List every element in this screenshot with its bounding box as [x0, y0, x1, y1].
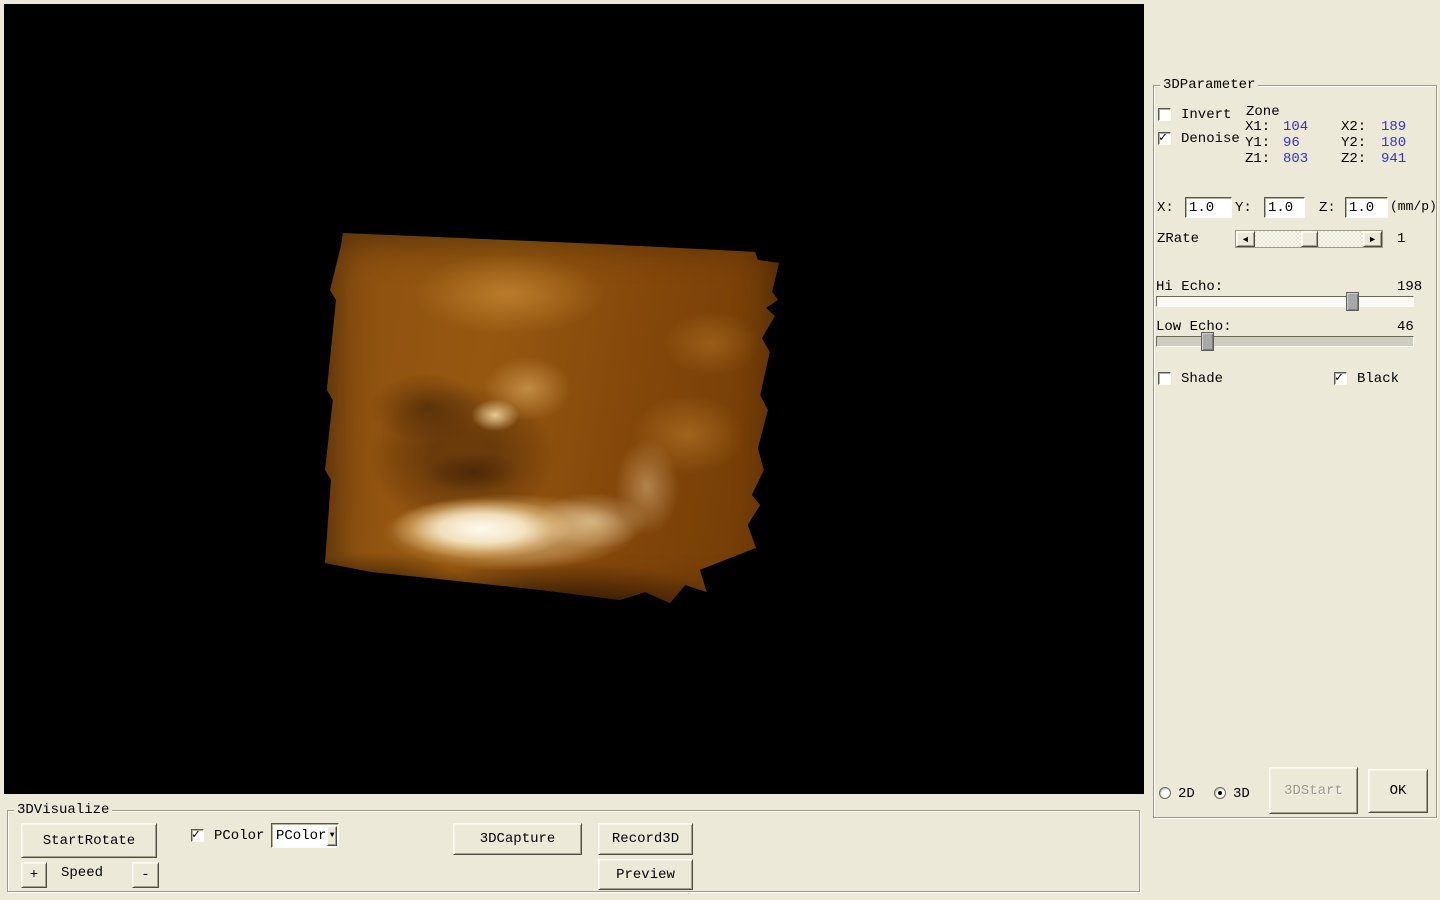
shade-label[interactable]: Shade: [1181, 371, 1223, 387]
low-echo-slider[interactable]: [1156, 332, 1414, 351]
mode-2d-label[interactable]: 2D: [1178, 786, 1195, 802]
check-icon: ✓: [1335, 370, 1343, 385]
scroll-left-arrow-icon[interactable]: ◄: [1236, 231, 1255, 247]
hi-echo-label: Hi Echo:: [1156, 279, 1224, 295]
pcolor-checkbox[interactable]: ✓: [191, 827, 204, 842]
parameter-group-title: 3DParameter: [1160, 77, 1259, 93]
3dstart-button[interactable]: 3DStart: [1269, 767, 1358, 814]
y-scale-label: Y:: [1235, 200, 1252, 216]
shade-checkbox[interactable]: ✓: [1158, 372, 1171, 385]
zone-y1-value: 96: [1283, 135, 1300, 151]
3dcapture-button[interactable]: 3DCapture: [453, 823, 582, 855]
low-echo-slider-thumb[interactable]: [1200, 332, 1214, 351]
speed-minus-button[interactable]: -: [132, 862, 159, 888]
zrate-scroll-track[interactable]: [1255, 231, 1363, 247]
scroll-right-arrow-icon[interactable]: ►: [1363, 231, 1382, 247]
denoise-checkbox[interactable]: ✓: [1158, 130, 1171, 145]
mode-3d-radio[interactable]: [1214, 787, 1226, 799]
start-rotate-button[interactable]: StartRotate: [21, 823, 157, 858]
check-icon: ✓: [192, 827, 200, 842]
hi-echo-value: 198: [1397, 279, 1423, 295]
scale-unit-label: (mm/p): [1390, 199, 1437, 214]
black-label[interactable]: Black: [1357, 371, 1399, 387]
ultrasound-volume-render: [325, 233, 780, 604]
zrate-label: ZRate: [1157, 231, 1200, 247]
zone-x2-value: 189: [1381, 119, 1407, 135]
zone-y2-value: 180: [1381, 135, 1407, 151]
denoise-label[interactable]: Denoise: [1181, 131, 1240, 147]
radio-dot-icon: [1218, 791, 1222, 795]
speed-label: Speed: [61, 865, 104, 881]
zone-y1-label: Y1:: [1245, 135, 1271, 151]
low-echo-value: 46: [1397, 319, 1414, 335]
zrate-scrollbar[interactable]: ◄ ►: [1235, 230, 1383, 248]
zone-z1-value: 803: [1283, 151, 1309, 167]
ok-button[interactable]: OK: [1368, 769, 1428, 813]
invert-label[interactable]: Invert: [1181, 107, 1231, 123]
black-checkbox[interactable]: ✓: [1334, 370, 1347, 385]
pcolor-label[interactable]: PColor: [214, 828, 264, 844]
zrate-value: 1: [1397, 231, 1406, 247]
zone-y2-label: Y2:: [1341, 135, 1367, 151]
low-echo-label: Low Echo:: [1156, 319, 1232, 335]
hi-echo-slider-thumb[interactable]: [1345, 292, 1359, 311]
chevron-down-icon[interactable]: ▼: [327, 825, 337, 846]
x-scale-input[interactable]: [1185, 197, 1232, 218]
speed-plus-button[interactable]: +: [21, 862, 47, 888]
zone-z2-label: Z2:: [1341, 151, 1367, 167]
z-scale-label: Z:: [1319, 200, 1336, 216]
preview-button[interactable]: Preview: [598, 859, 693, 890]
invert-checkbox[interactable]: ✓: [1158, 108, 1171, 121]
app-window: 3DParameter ✓ Invert ✓ Denoise Zone X1: …: [0, 0, 1440, 900]
visualize-group-title: 3DVisualize: [14, 802, 113, 818]
zone-z1-label: Z1:: [1245, 151, 1271, 167]
render-viewport[interactable]: [4, 4, 1144, 794]
zone-title: Zone: [1246, 104, 1280, 120]
mode-2d-radio[interactable]: [1159, 787, 1171, 799]
x-scale-label: X:: [1157, 200, 1174, 216]
check-icon: ✓: [1159, 130, 1167, 145]
visualize-groupbox: 3DVisualize StartRotate ✓ PColor PColor …: [7, 802, 1140, 892]
zrate-scroll-thumb[interactable]: [1301, 231, 1318, 247]
z-scale-input[interactable]: [1345, 197, 1388, 218]
hi-echo-slider[interactable]: [1156, 292, 1414, 311]
y-scale-input[interactable]: [1264, 197, 1305, 218]
pcolor-dropdown[interactable]: PColor ▼: [271, 823, 339, 848]
mode-3d-label[interactable]: 3D: [1233, 786, 1250, 802]
zone-x1-value: 104: [1283, 119, 1309, 135]
zone-x1-label: X1:: [1245, 119, 1271, 135]
zone-x2-label: X2:: [1341, 119, 1367, 135]
zone-z2-value: 941: [1381, 151, 1407, 167]
record3d-button[interactable]: Record3D: [598, 823, 693, 855]
parameter-groupbox: 3DParameter ✓ Invert ✓ Denoise Zone X1: …: [1153, 77, 1437, 818]
pcolor-dropdown-value: PColor: [276, 827, 327, 844]
